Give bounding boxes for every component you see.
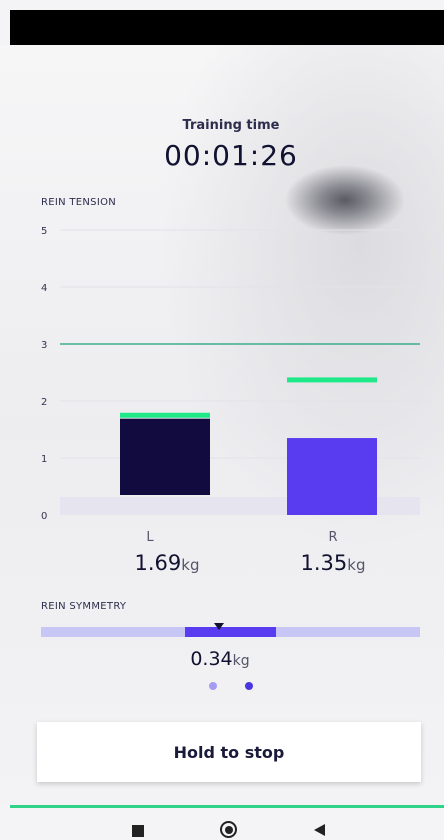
y-tick-label: 4 <box>41 283 47 294</box>
rein-symmetry-value: 0.34kg <box>140 648 300 670</box>
rein-tension-chart: 0 1 2 3 4 5 <box>41 226 420 522</box>
right-rein-unit: kg <box>347 556 366 574</box>
left-rein-value: 1.69kg <box>107 551 227 575</box>
target-marker-l <box>120 412 210 418</box>
training-time-header: Training time 00:01:26 <box>0 118 444 172</box>
page-indicator-dot-1 <box>209 682 217 690</box>
hold-to-stop-button[interactable]: Hold to stop <box>37 722 421 782</box>
rein-symmetry-label: REIN SYMMETRY <box>41 601 127 612</box>
training-time-value: 00:01:26 <box>164 139 298 172</box>
rein-symmetry-fill <box>185 627 276 637</box>
rein-symmetry-unit: kg <box>232 653 250 669</box>
page-indicator-dot-2 <box>245 682 253 690</box>
rein-symmetry-bar <box>41 623 420 637</box>
recent-apps-icon[interactable] <box>132 825 144 837</box>
left-rein-label: L <box>146 530 154 545</box>
rein-bar-l <box>120 418 210 495</box>
rein-symmetry-marker-icon <box>214 623 224 630</box>
navigation-bar <box>0 808 444 840</box>
left-rein-unit: kg <box>181 556 200 574</box>
y-tick-label: 2 <box>41 397 47 408</box>
rein-symmetry-number: 0.34 <box>190 648 233 670</box>
right-rein-label: R <box>328 530 338 545</box>
training-time-label: Training time <box>182 118 280 133</box>
back-icon[interactable] <box>314 824 325 836</box>
y-tick-label: 1 <box>41 454 47 465</box>
right-rein-value: 1.35kg <box>273 551 393 575</box>
y-tick-label: 5 <box>41 226 47 237</box>
rein-bar-r <box>287 438 377 515</box>
y-tick-label: 3 <box>41 340 47 351</box>
target-marker-r <box>287 377 377 383</box>
left-rein-number: 1.69 <box>134 551 182 575</box>
home-icon[interactable] <box>220 821 237 838</box>
rein-tension-label: REIN TENSION <box>41 197 117 208</box>
status-bar <box>10 10 444 45</box>
y-tick-label: 0 <box>41 511 47 522</box>
right-rein-number: 1.35 <box>300 551 348 575</box>
